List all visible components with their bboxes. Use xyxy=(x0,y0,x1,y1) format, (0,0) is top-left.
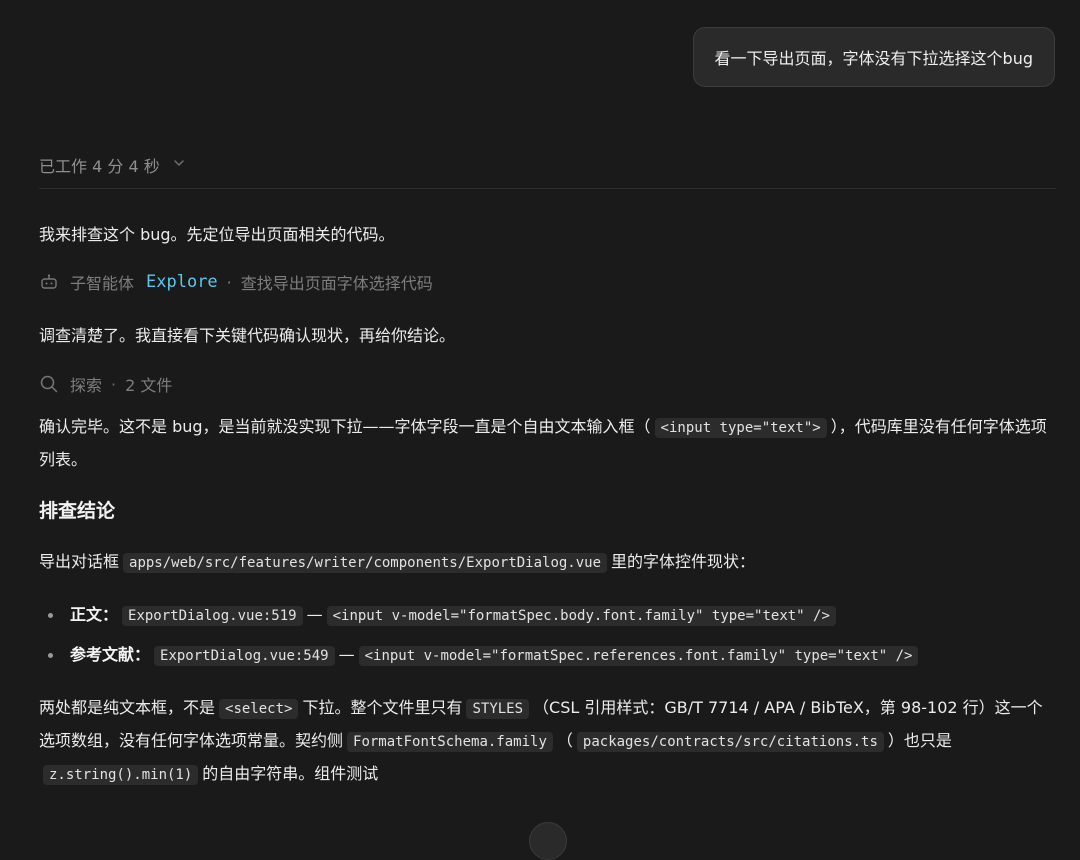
scroll-to-bottom-button[interactable] xyxy=(529,822,567,860)
final-code-3: FormatFontSchema.family xyxy=(347,732,553,752)
list-item: 正文： ExportDialog.vue:519— <input v-model="… xyxy=(39,599,1056,632)
list-item: 参考文献： ExportDialog.vue:549— <input v-model… xyxy=(39,639,1056,672)
final-code-1: <select> xyxy=(219,699,299,719)
final-text-6: 的自由字符串。组件测试 xyxy=(202,764,379,783)
worked-duration-toggle[interactable]: 已工作 4 分 4 秒 xyxy=(39,153,1056,189)
search-tool-row[interactable]: 探索 · 2 文件 xyxy=(39,371,1056,397)
final-text-1: 两处都是纯文本框，不是 xyxy=(39,698,216,717)
search-tool-label: 探索 xyxy=(70,376,103,395)
final-text-2: 下拉。整个文件里只有 xyxy=(302,698,463,717)
finding-text-a: 确认完毕。这不是 bug，是当前就没实现下拉——字体字段一直是个自由文本输入框（ xyxy=(39,417,651,436)
section-title: 排查结论 xyxy=(39,500,116,522)
bullet-dash: — xyxy=(306,605,323,624)
bullet-label: 正文： xyxy=(70,605,119,624)
search-icon xyxy=(39,374,59,394)
assistant-confirm-line: 调查清楚了。我直接看下关键代码确认现状，再给你结论。 xyxy=(39,326,456,345)
user-message-text: 看一下导出页面，字体没有下拉选择这个bug xyxy=(714,49,1033,68)
finding-code: <input type="text"> xyxy=(654,418,827,438)
chevron-down-icon xyxy=(172,155,186,169)
subagent-task: 查找导出页面字体选择代码 xyxy=(240,274,433,293)
subagent-name: Explore xyxy=(146,272,218,292)
dialog-line: 导出对话框 apps/web/src/features/writer/compon… xyxy=(39,546,1056,579)
dialog-line-text-b: 里的字体控件现状： xyxy=(611,552,756,571)
search-tool-count: 2 文件 xyxy=(125,376,173,395)
finding-paragraph: 确认完毕。这不是 bug，是当前就没实现下拉——字体字段一直是个自由文本输入框（… xyxy=(39,411,1056,476)
user-message-bubble: 看一下导出页面，字体没有下拉选择这个bug xyxy=(692,27,1055,87)
bullet-dash: — xyxy=(338,645,355,664)
subagent-separator: · xyxy=(226,272,232,292)
subagent-prefix: 子智能体 xyxy=(70,274,135,293)
final-code-4: packages/contracts/src/citations.ts xyxy=(576,732,884,752)
bullet-code: <input v-model="formatSpec.body.font.fam… xyxy=(326,606,836,626)
bullet-ref: ExportDialog.vue:519 xyxy=(122,606,303,626)
dialog-file-path: apps/web/src/features/writer/components/… xyxy=(123,553,608,573)
search-tool-separator: · xyxy=(111,374,117,394)
final-code-5: z.string().min(1) xyxy=(43,765,199,785)
findings-list: 正文： ExportDialog.vue:519— <input v-model="… xyxy=(39,599,1056,672)
assistant-response: 我来排查这个 bug。先定位导出页面相关的代码。 子智能体 Explore · … xyxy=(39,219,1056,791)
subagent-row[interactable]: 子智能体 Explore · 查找导出页面字体选择代码 xyxy=(39,269,1056,295)
worked-duration-label: 已工作 4 分 4 秒 xyxy=(39,157,160,176)
final-paragraph: 两处都是纯文本框，不是 <select> 下拉。整个文件里只有 STYLES （CSL … xyxy=(39,692,1056,791)
assistant-intro: 我来排查这个 bug。先定位导出页面相关的代码。 xyxy=(39,225,395,244)
bullet-code: <input v-model="formatSpec.references.fo… xyxy=(358,646,919,666)
bullet-label: 参考文献： xyxy=(70,645,151,664)
dialog-line-text-a: 导出对话框 xyxy=(39,552,120,571)
robot-icon xyxy=(39,272,59,292)
final-text-5: ）也只是 xyxy=(887,731,952,750)
final-code-2: STYLES xyxy=(466,699,530,719)
final-text-4: （ xyxy=(556,731,573,750)
bullet-ref: ExportDialog.vue:549 xyxy=(154,646,335,666)
